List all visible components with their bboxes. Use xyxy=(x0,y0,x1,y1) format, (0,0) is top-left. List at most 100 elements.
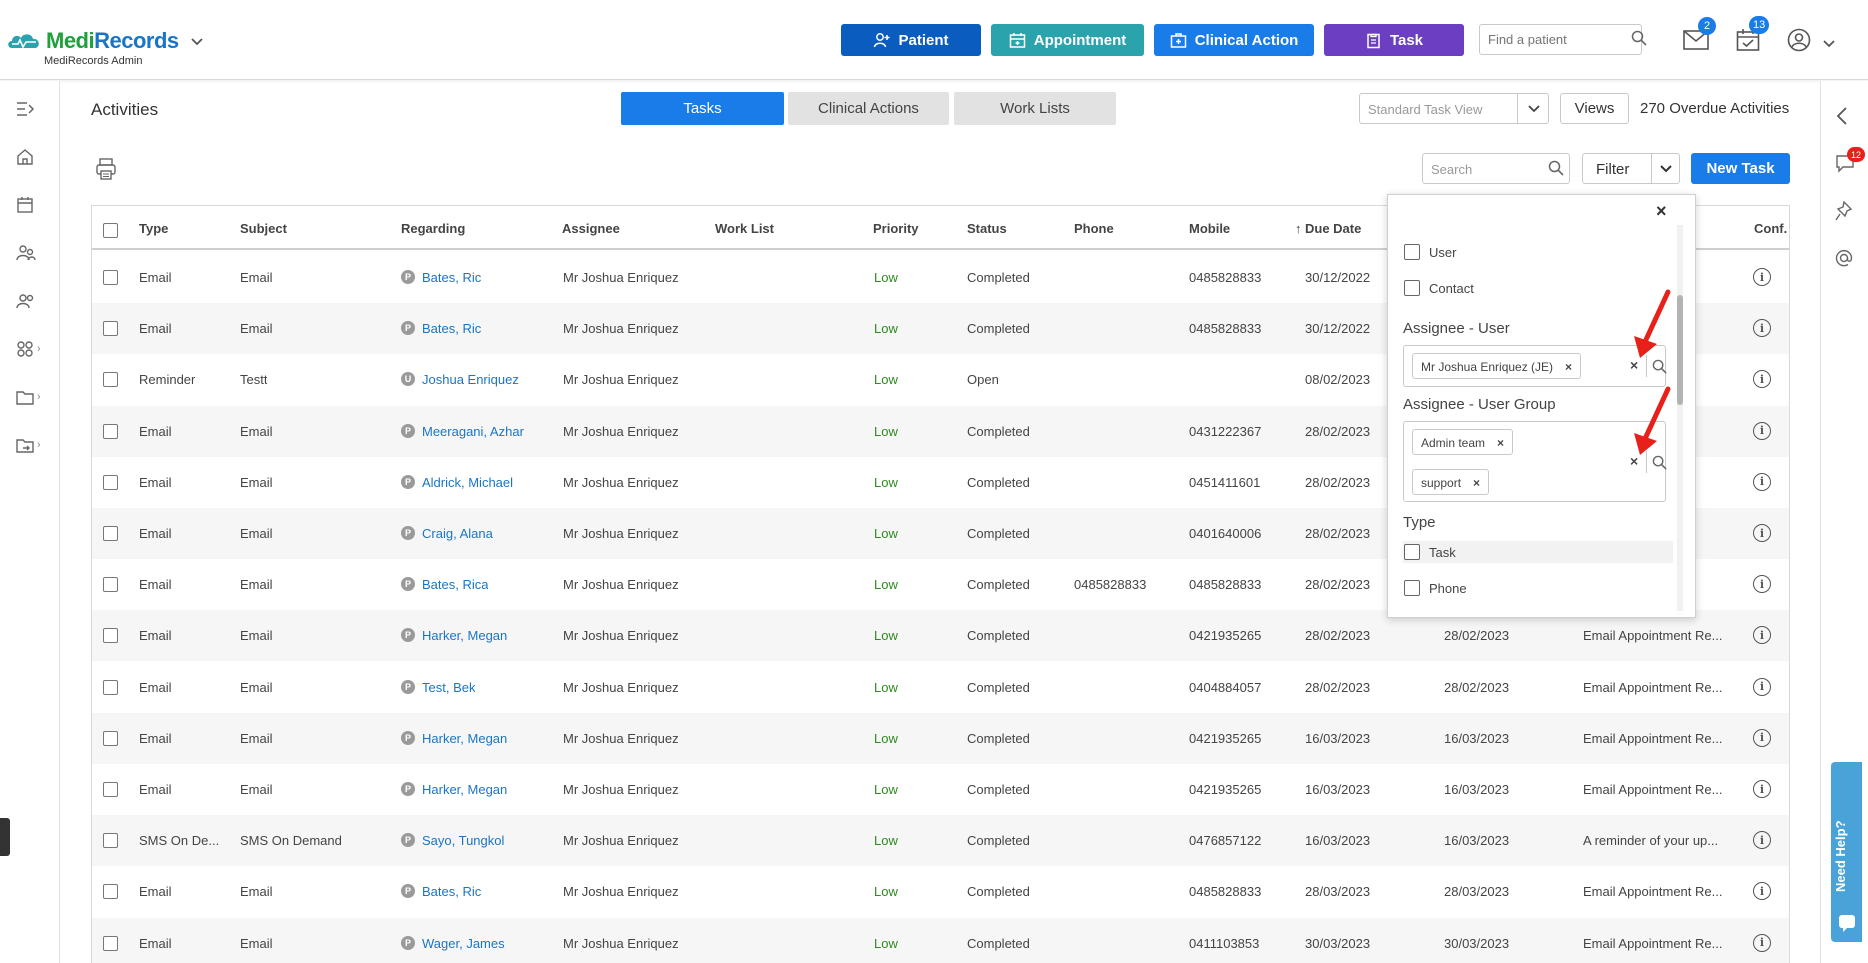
info-icon[interactable]: i xyxy=(1753,575,1771,594)
col-priority[interactable]: Priority xyxy=(873,221,919,236)
col-type[interactable]: Type xyxy=(139,221,168,236)
views-button[interactable]: Views xyxy=(1560,93,1629,124)
remove-tag-icon[interactable]: × xyxy=(1565,360,1572,374)
row-checkbox[interactable] xyxy=(103,730,118,746)
filter-contact-checkbox[interactable] xyxy=(1404,280,1420,296)
table-row[interactable]: SMS On De... SMS On Demand P Sayo, Tungkol M… xyxy=(92,815,1789,867)
cell-regarding-link[interactable]: Joshua Enriquez xyxy=(422,372,519,387)
row-checkbox[interactable] xyxy=(103,884,118,900)
modules-icon[interactable]: › xyxy=(16,337,50,361)
col-assignee[interactable]: Assignee xyxy=(562,221,620,236)
new-task-button[interactable]: New Task xyxy=(1691,153,1790,184)
collapse-panel-icon[interactable] xyxy=(1835,107,1849,130)
folder-export-icon[interactable]: › xyxy=(16,433,50,457)
row-checkbox[interactable] xyxy=(103,833,118,849)
side-drawer-handle[interactable] xyxy=(0,818,10,856)
search-icon[interactable] xyxy=(1652,359,1667,379)
table-row[interactable]: Email Email P Harker, Megan Mr Joshua Enriqu… xyxy=(92,764,1789,815)
new-patient-button[interactable]: Patient xyxy=(841,24,981,56)
find-patient-input[interactable] xyxy=(1479,24,1642,55)
info-icon[interactable]: i xyxy=(1753,780,1771,798)
info-icon[interactable]: i xyxy=(1753,268,1771,286)
col-due-date[interactable]: Due Date xyxy=(1305,221,1361,236)
row-checkbox[interactable] xyxy=(103,474,118,490)
info-icon[interactable]: i xyxy=(1753,831,1771,850)
info-icon[interactable]: i xyxy=(1753,421,1771,440)
mention-icon[interactable] xyxy=(1835,249,1853,272)
info-icon[interactable]: i xyxy=(1753,472,1771,491)
cell-regarding-link[interactable]: Bates, Ric xyxy=(422,270,481,285)
expand-sidebar-icon[interactable] xyxy=(16,97,50,121)
table-row[interactable]: Email Email P Test, Bek Mr Joshua Enriquez Lo… xyxy=(92,662,1789,713)
search-icon[interactable] xyxy=(1548,160,1564,181)
filter-scrollbar[interactable] xyxy=(1677,225,1683,611)
table-row[interactable]: Email Email P Harker, Megan Mr Joshua Enriqu… xyxy=(92,610,1789,662)
row-checkbox[interactable] xyxy=(103,321,118,337)
close-icon[interactable]: × xyxy=(1656,201,1667,222)
folder-icon[interactable]: › xyxy=(16,385,50,409)
info-icon[interactable]: i xyxy=(1753,524,1771,542)
app-logo[interactable]: MediRecords xyxy=(6,28,203,54)
row-checkbox[interactable] xyxy=(103,782,118,797)
search-icon[interactable] xyxy=(1652,455,1667,475)
cell-regarding-link[interactable]: Sayo, Tungkol xyxy=(422,833,504,848)
search-icon[interactable] xyxy=(1631,30,1647,51)
chevron-down-icon[interactable] xyxy=(1823,35,1835,53)
filter-type-phone-checkbox[interactable] xyxy=(1404,580,1420,596)
assignee-user-field[interactable]: Mr Joshua Enriquez (JE) × × xyxy=(1403,345,1667,387)
tab-work-lists[interactable]: Work Lists xyxy=(954,92,1116,125)
info-icon[interactable]: i xyxy=(1753,319,1771,338)
info-icon[interactable]: i xyxy=(1753,370,1771,389)
row-checkbox[interactable] xyxy=(103,423,118,439)
row-checkbox[interactable] xyxy=(103,679,118,695)
cell-regarding-link[interactable]: Bates, Rica xyxy=(422,577,488,592)
need-help-tab[interactable]: Need Help? xyxy=(1831,762,1862,942)
chevron-down-icon[interactable] xyxy=(1651,154,1680,183)
overdue-activities-count[interactable]: 270 Overdue Activities xyxy=(1640,100,1789,117)
cell-regarding-link[interactable]: Craig, Alana xyxy=(422,526,493,541)
info-icon[interactable]: i xyxy=(1753,933,1771,952)
chevron-down-icon[interactable] xyxy=(1517,93,1549,124)
row-checkbox[interactable] xyxy=(103,372,118,388)
tab-clinical-actions[interactable]: Clinical Actions xyxy=(788,92,949,125)
cell-regarding-link[interactable]: Test, Bek xyxy=(422,680,475,695)
row-checkbox[interactable] xyxy=(103,628,118,644)
cell-regarding-link[interactable]: Harker, Megan xyxy=(422,782,507,797)
cell-regarding-link[interactable]: Meeragani, Azhar xyxy=(422,424,524,439)
patients-icon[interactable] xyxy=(16,241,50,265)
contacts-icon[interactable] xyxy=(16,289,50,313)
new-appointment-button[interactable]: Appointment xyxy=(991,24,1144,56)
user-account-icon[interactable] xyxy=(1787,28,1811,57)
new-task-header-button[interactable]: Task xyxy=(1324,24,1464,56)
col-subject[interactable]: Subject xyxy=(240,221,287,236)
row-checkbox[interactable] xyxy=(103,526,118,541)
col-conf[interactable]: Conf. xyxy=(1754,221,1787,236)
home-icon[interactable] xyxy=(16,145,50,169)
col-status[interactable]: Status xyxy=(967,221,1007,236)
cell-regarding-link[interactable]: Bates, Ric xyxy=(422,884,481,899)
cell-regarding-link[interactable]: Wager, James xyxy=(422,936,505,951)
col-phone[interactable]: Phone xyxy=(1074,221,1114,236)
chevron-down-icon[interactable] xyxy=(191,33,203,49)
new-clinical-action-button[interactable]: Clinical Action xyxy=(1154,24,1314,56)
cell-regarding-link[interactable]: Harker, Megan xyxy=(422,628,507,643)
tab-tasks[interactable]: Tasks xyxy=(621,92,784,125)
table-row[interactable]: Email Email P Harker, Megan Mr Joshua Enriqu… xyxy=(92,712,1789,764)
calendar-icon[interactable] xyxy=(16,193,50,217)
assignee-group-field[interactable]: Admin team × support × × xyxy=(1403,421,1667,502)
info-icon[interactable]: i xyxy=(1753,882,1771,901)
info-icon[interactable]: i xyxy=(1753,626,1771,645)
table-row[interactable]: Email Email P Bates, Ric Mr Joshua Enriquez L… xyxy=(92,866,1789,917)
row-checkbox[interactable] xyxy=(103,935,118,951)
row-checkbox[interactable] xyxy=(103,577,118,593)
row-checkbox[interactable] xyxy=(103,270,118,285)
filter-scrollbar-thumb[interactable] xyxy=(1677,295,1683,405)
cell-regarding-link[interactable]: Bates, Ric xyxy=(422,321,481,336)
info-icon[interactable]: i xyxy=(1753,677,1771,696)
cell-regarding-link[interactable]: Aldrick, Michael xyxy=(422,475,513,490)
col-work-list[interactable]: Work List xyxy=(715,221,774,236)
col-mobile[interactable]: Mobile xyxy=(1189,221,1230,236)
remove-tag-icon[interactable]: × xyxy=(1473,476,1480,490)
select-all-checkbox[interactable] xyxy=(103,223,118,238)
filter-button[interactable]: Filter xyxy=(1582,153,1680,184)
